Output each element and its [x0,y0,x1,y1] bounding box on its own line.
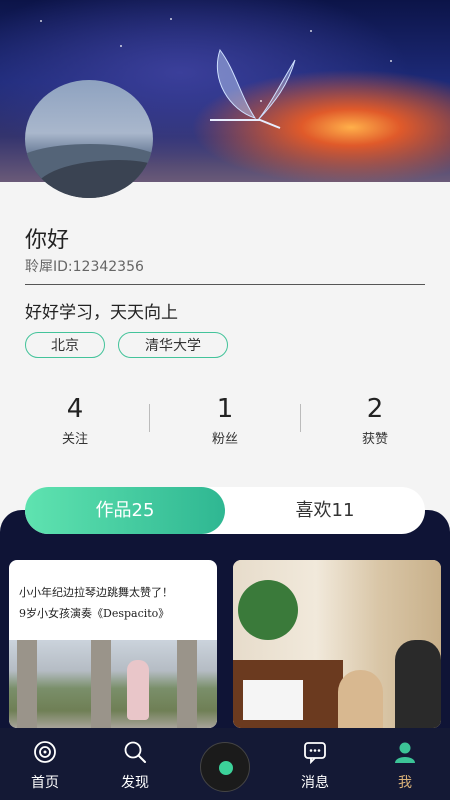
nav-me-label: 我 [398,775,412,791]
profile-bio: 好好学习，天天向上 [25,303,178,323]
stat-fans[interactable]: 1 粉丝 [175,394,275,447]
profile-user-id: 聆犀ID:12342356 [25,259,144,275]
nav-home[interactable]: 首页 [10,728,80,800]
tab-likes[interactable]: 喜欢11 [225,487,425,534]
stat-likes-label: 获赞 [361,432,388,447]
video-caption: 小小年纪边拉琴边跳舞太赞了！ 9岁小女孩演奏《Despacito》 [19,582,209,624]
video-card[interactable]: 小小年纪边拉琴边跳舞太赞了！ 9岁小女孩演奏《Despacito》 [9,560,217,728]
stat-following[interactable]: 4 关注 [25,394,125,447]
divider [25,284,425,285]
search-icon [124,741,146,763]
nav-me[interactable]: 我 [370,728,440,800]
fairy-illustration [210,48,296,129]
avatar[interactable] [25,80,153,198]
stat-likes[interactable]: 2 获赞 [325,394,425,447]
nav-messages-label: 消息 [301,775,329,791]
stat-divider [300,404,301,432]
violin-girl [127,660,149,720]
user-icon [395,742,415,763]
stat-divider [149,404,150,432]
video-caption-line: 小小年纪边拉琴边跳舞太赞了！ [19,586,173,599]
music-disc-icon[interactable] [200,742,250,792]
nav-home-label: 首页 [31,775,59,791]
stat-fans-count: 1 [216,394,234,424]
chat-bubble-icon [304,742,326,764]
tag-school: 清华大学 [118,332,228,358]
home-disc-icon [34,741,56,763]
stat-likes-count: 2 [366,394,384,424]
stat-following-count: 4 [66,394,84,424]
content-tabs: 作品25 喜欢11 [25,487,425,534]
nav-discover[interactable]: 发现 [100,728,170,800]
stat-following-label: 关注 [61,432,88,447]
tag-location: 北京 [25,332,105,358]
profile-name: 你好 [25,228,70,253]
stat-fans-label: 粉丝 [211,432,238,447]
video-card[interactable] [233,560,441,728]
nav-discover-label: 发现 [121,775,149,791]
video-caption-line: 9岁小女孩演奏《Despacito》 [19,607,170,620]
tab-works[interactable]: 作品25 [25,487,225,534]
nav-messages[interactable]: 消息 [280,728,350,800]
